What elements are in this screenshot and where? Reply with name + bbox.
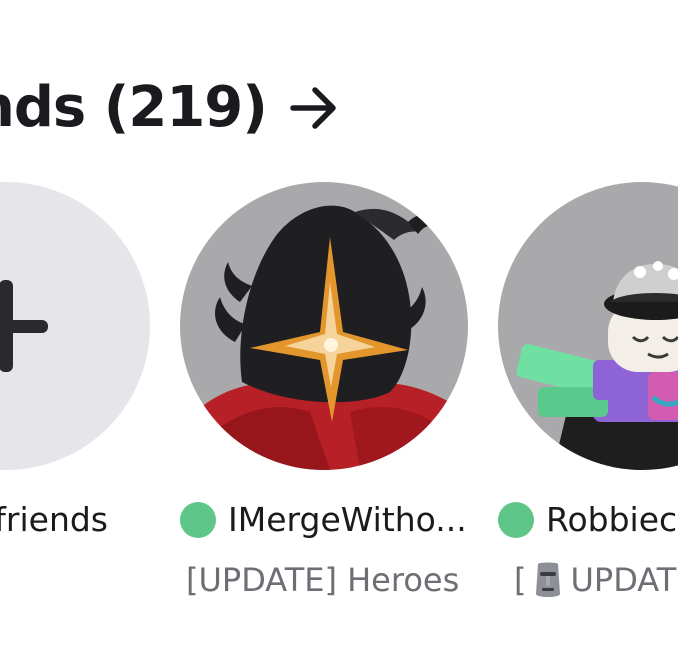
online-status-dot: [498, 502, 534, 538]
friend-status-row: [UPDATE] Heroes: [186, 560, 459, 600]
friend-card[interactable]: IMergeWitho... [UPDATE] Heroes: [180, 182, 470, 599]
friends-header-link[interactable]: ends (219): [0, 72, 341, 144]
add-friends-label: friends: [0, 500, 108, 539]
friend-name-row: IMergeWitho...: [180, 500, 467, 540]
moai-icon: [532, 560, 564, 600]
add-friends-card[interactable]: friends: [0, 182, 152, 539]
arrow-right-icon[interactable]: [289, 84, 341, 132]
plus-icon: [0, 182, 150, 470]
avatar[interactable]: [180, 182, 468, 470]
friend-status-prefix: [: [514, 561, 527, 599]
friend-name-row: Robbiec: [498, 500, 677, 540]
avatar-image: [180, 182, 468, 470]
friend-status: UPDAT: [570, 561, 677, 599]
avatar[interactable]: [498, 182, 678, 470]
section-title: ends (219): [0, 75, 268, 140]
friend-card[interactable]: Robbiec [ UPDAT: [498, 182, 678, 599]
friend-status: [UPDATE] Heroes: [186, 561, 460, 599]
add-friends-button[interactable]: [0, 182, 150, 470]
avatar-image: [498, 182, 678, 470]
friends-section: ends (219) friends: [0, 0, 678, 668]
online-status-dot: [180, 502, 216, 538]
friend-status-row: [ UPDAT: [514, 560, 676, 600]
friend-name: IMergeWitho...: [228, 500, 467, 539]
friend-name: Robbiec: [546, 500, 678, 539]
